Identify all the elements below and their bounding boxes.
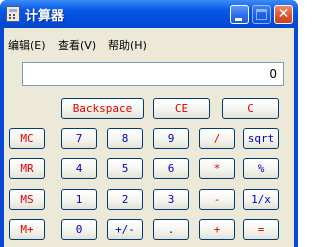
- memory-add-button[interactable]: M+: [9, 219, 45, 240]
- memory-store-button[interactable]: MS: [9, 189, 45, 210]
- menu-help[interactable]: 帮助(H): [108, 37, 147, 53]
- add-button[interactable]: +: [199, 219, 235, 240]
- minimize-button[interactable]: [230, 5, 249, 24]
- memory-clear-button[interactable]: MC: [9, 128, 45, 149]
- title-bar[interactable]: 计算器 ✕: [0, 0, 298, 28]
- maximize-button[interactable]: [252, 5, 271, 24]
- equals-button[interactable]: =: [243, 219, 279, 240]
- menu-bar: 编辑(E) 查看(V) 帮助(H): [4, 28, 294, 53]
- digit-4-button[interactable]: 4: [61, 158, 97, 179]
- reciprocal-button[interactable]: 1/x: [243, 189, 279, 210]
- digit-9-button[interactable]: 9: [153, 128, 189, 149]
- calculator-display: 0: [22, 62, 284, 86]
- decimal-point-button[interactable]: .: [153, 219, 189, 240]
- digit-8-button[interactable]: 8: [107, 128, 143, 149]
- clear-entry-button[interactable]: CE: [153, 98, 210, 119]
- menu-edit[interactable]: 编辑(E): [8, 37, 46, 53]
- clear-button[interactable]: C: [222, 98, 279, 119]
- multiply-button[interactable]: *: [199, 158, 235, 179]
- calculator-window: 计算器 ✕ 编辑(E) 查看(V) 帮助(H) 0 Backspace CE C…: [0, 0, 298, 247]
- calculator-body: 编辑(E) 查看(V) 帮助(H) 0 Backspace CE C MC MR…: [4, 28, 294, 247]
- subtract-button[interactable]: -: [199, 189, 235, 210]
- digit-0-button[interactable]: 0: [61, 219, 97, 240]
- window-title: 计算器: [25, 9, 65, 24]
- calculator-app-icon[interactable]: [6, 6, 20, 22]
- sqrt-button[interactable]: sqrt: [243, 128, 279, 149]
- digit-1-button[interactable]: 1: [61, 189, 97, 210]
- minimize-icon: [235, 18, 242, 21]
- digit-7-button[interactable]: 7: [61, 128, 97, 149]
- sign-toggle-button[interactable]: +/-: [107, 219, 143, 240]
- digit-2-button[interactable]: 2: [107, 189, 143, 210]
- menu-view[interactable]: 查看(V): [58, 37, 96, 53]
- percent-button[interactable]: %: [243, 158, 279, 179]
- close-icon: ✕: [277, 6, 290, 22]
- memory-recall-button[interactable]: MR: [9, 158, 45, 179]
- maximize-icon: [256, 9, 267, 20]
- backspace-button[interactable]: Backspace: [61, 98, 144, 119]
- digit-5-button[interactable]: 5: [107, 158, 143, 179]
- close-button[interactable]: ✕: [274, 5, 293, 24]
- divide-button[interactable]: /: [199, 128, 235, 149]
- digit-6-button[interactable]: 6: [153, 158, 189, 179]
- digit-3-button[interactable]: 3: [153, 189, 189, 210]
